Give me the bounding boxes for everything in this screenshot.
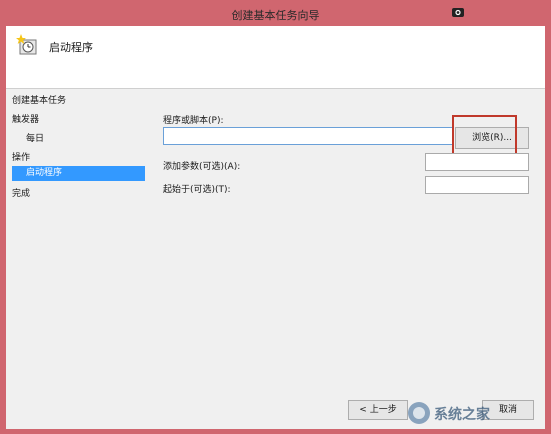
nav-step-daily[interactable]: 每日 (26, 131, 44, 144)
add-arguments-input[interactable] (425, 153, 529, 171)
nav-step-trigger[interactable]: 触发器 (12, 112, 39, 125)
start-in-input[interactable] (425, 176, 529, 194)
nav-step-action[interactable]: 操作 (12, 150, 30, 163)
program-script-input[interactable] (163, 127, 454, 145)
wizard-header: 启动程序 (6, 26, 545, 89)
camera-icon (451, 6, 465, 18)
program-script-label: 程序或脚本(P): (163, 116, 224, 126)
nav-step-create-basic-task[interactable]: 创建基本任务 (12, 93, 66, 106)
task-scheduler-icon (16, 34, 40, 56)
start-in-label: 起始于(可选)(T): (163, 185, 231, 195)
watermark-logo-icon (406, 400, 432, 426)
nav-step-start-program[interactable]: 启动程序 (12, 166, 145, 181)
wizard-client-area: 启动程序 创建基本任务 触发器 每日 操作 启动程序 完成 程序或脚本(P): … (6, 26, 545, 429)
back-button[interactable]: < 上一步 (348, 400, 408, 420)
highlight-box (452, 115, 517, 155)
title-bar[interactable]: 创建基本任务向导 (6, 0, 545, 26)
add-arguments-label: 添加参数(可选)(A): (163, 162, 241, 172)
nav-step-finish[interactable]: 完成 (12, 186, 30, 199)
page-title: 启动程序 (49, 41, 93, 54)
watermark-text: 系统之家 (434, 407, 490, 423)
wizard-window: 创建基本任务向导 启动程序 创建基本任务 触发器 每日 操作 启动程序 完成 程… (0, 0, 551, 434)
